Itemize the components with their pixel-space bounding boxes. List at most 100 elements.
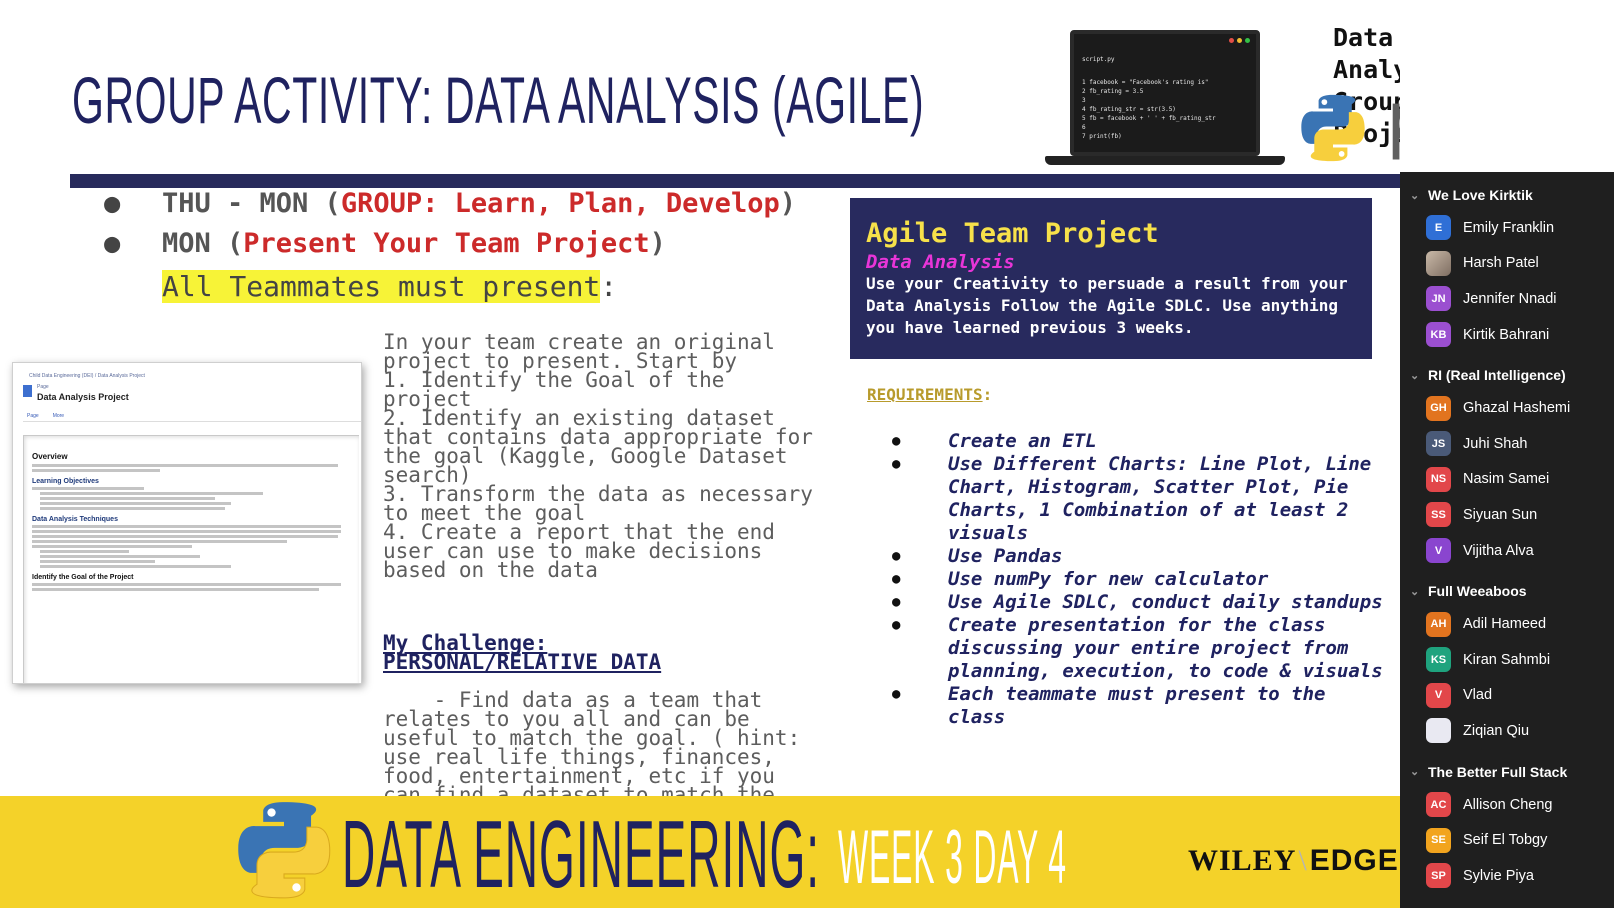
participant-name: Ghazal Hashemi	[1463, 400, 1571, 417]
doc-body: Overview Learning Objectives Data Analys…	[23, 435, 359, 683]
requirement-item: Each teammate must present to the class	[892, 683, 1392, 729]
avatar: NS	[1426, 466, 1451, 492]
requirement-item: Create presentation for the class discus…	[892, 614, 1392, 683]
doc-tab: More	[52, 413, 65, 419]
breakout-group-header[interactable]: ⌄ RI (Real Intelligence)	[1400, 360, 1614, 390]
doc-section-heading: Data Analysis Techniques	[32, 516, 118, 523]
participant-name: Siyuan Sun	[1463, 506, 1538, 523]
participant-name: Kirtik Bahrani	[1463, 326, 1550, 343]
avatar: JS	[1426, 431, 1451, 457]
participant-row[interactable]: Harsh Patel	[1400, 246, 1614, 282]
participant-name: Adil Hameed	[1463, 616, 1547, 633]
participant-row[interactable]: SP Sylvie Piya	[1400, 858, 1614, 894]
doc-tab-divider	[23, 421, 361, 422]
doc-section-heading: Learning Objectives	[32, 478, 99, 485]
participant-row[interactable]: SS Siyuan Sun	[1400, 497, 1614, 533]
avatar	[1426, 250, 1451, 276]
requirements-list: Create an ETL Use Different Charts: Line…	[892, 430, 1392, 729]
agile-project-box: Agile Team Project Data Analysis Use you…	[850, 198, 1372, 359]
bullet-icon: ●	[104, 228, 121, 259]
page-icon	[23, 385, 32, 397]
agile-subtitle: Data Analysis	[866, 251, 1015, 273]
requirements-heading: REQUIREMENTS:	[867, 385, 993, 404]
title-divider	[70, 174, 1400, 188]
participant-name: Juhi Shah	[1463, 435, 1528, 452]
doc-title: Data Analysis Project	[37, 392, 129, 402]
participant-name: Ziqian Qiu	[1463, 722, 1530, 739]
chevron-down-icon[interactable]: ⌄	[1410, 765, 1428, 778]
python-wordmark: python	[1386, 76, 1400, 162]
participant-row[interactable]: GH Ghazal Hashemi	[1400, 390, 1614, 426]
avatar: V	[1426, 538, 1451, 564]
requirement-item: Use numPy for new calculator	[892, 568, 1392, 591]
participant-name: Vlad	[1463, 687, 1493, 704]
participant-row[interactable]: E Emily Franklin	[1400, 210, 1614, 246]
must-present-note: All Teammates must present:	[162, 270, 618, 303]
laptop-screen: script.py 1 facebook = "Facebook's ratin…	[1070, 30, 1260, 156]
avatar: SP	[1426, 863, 1451, 889]
slide-title: GROUP ACTIVITY: DATA ANALYSIS (AGILE)	[72, 63, 925, 137]
breakout-group-name: We Love Kirktik	[1428, 187, 1533, 203]
python-logo-icon	[1301, 94, 1365, 162]
participant-name: Jennifer Nnadi	[1463, 290, 1557, 307]
slide: GROUP ACTIVITY: DATA ANALYSIS (AGILE) sc…	[0, 0, 1400, 908]
avatar: AH	[1426, 611, 1451, 637]
footer-banner: DATA ENGINEERING: WEEK 3 DAY 4 WILEY\EDG…	[0, 796, 1400, 908]
avatar: KS	[1426, 647, 1451, 673]
avatar: GH	[1426, 395, 1451, 421]
code-snippet: 1 facebook = "Facebook's rating is" 2 fb…	[1082, 79, 1216, 140]
participant-row[interactable]: JS Juhi Shah	[1400, 426, 1614, 462]
doc-section-heading: Overview	[32, 452, 68, 461]
breakout-group-header[interactable]: ⌄ The Better Full Stack	[1400, 757, 1614, 787]
participant-row[interactable]: Ziqian Qiu	[1400, 713, 1614, 749]
breakout-group-name: The Better Full Stack	[1428, 763, 1568, 780]
participants-panel[interactable]: ⌄ We Love Kirktik E Emily Franklin Harsh Pat…	[1400, 172, 1614, 908]
avatar: KB	[1426, 322, 1451, 348]
avatar: AC	[1426, 792, 1451, 818]
doc-page-label: Page	[37, 384, 49, 390]
participant-row[interactable]: AC Allison Cheng	[1400, 787, 1614, 823]
bullet-schedule-present: ● MON (Present Your Team Project)	[104, 228, 666, 259]
window-dots	[1229, 38, 1250, 43]
bullet-icon: ●	[104, 188, 121, 219]
breakout-group-header[interactable]: ⌄ Full Weeaboos	[1400, 576, 1614, 606]
avatar: E	[1426, 215, 1451, 241]
participant-row[interactable]: AH Adil Hameed	[1400, 606, 1614, 642]
instructions-text: In your team create an original project …	[383, 330, 813, 582]
avatar: JN	[1426, 286, 1451, 312]
participant-row[interactable]: NS Nasim Samei	[1400, 462, 1614, 498]
laptop-base	[1045, 156, 1285, 165]
chevron-down-icon[interactable]: ⌄	[1410, 369, 1428, 382]
python-logo-icon	[238, 802, 331, 899]
breakout-group-name: RI (Real Intelligence)	[1428, 367, 1566, 384]
participant-name: Emily Franklin	[1463, 219, 1555, 236]
doc-breadcrumb: Child Data Engineering (DEI) / Data Anal…	[29, 373, 145, 379]
participant-row[interactable]: KS Kiran Sahmbi	[1400, 642, 1614, 678]
breakout-group-name: Full Weeaboos	[1428, 583, 1527, 600]
requirement-item: Use Agile SDLC, conduct daily standups	[892, 591, 1392, 614]
breakout-group-header[interactable]: ⌄ We Love Kirktik	[1400, 180, 1614, 210]
challenge-heading: My Challenge: PERSONAL/RELATIVE DATA	[383, 631, 662, 674]
participant-name: Kiran Sahmbi	[1463, 651, 1551, 668]
participant-name: Sylvie Piya	[1463, 867, 1534, 884]
participant-row[interactable]: SE Seif El Tobgy	[1400, 822, 1614, 858]
doc-screenshot: Child Data Engineering (DEI) / Data Anal…	[12, 362, 362, 684]
participant-name: Harsh Patel	[1463, 255, 1539, 272]
code-filename: script.py	[1082, 56, 1115, 63]
chevron-down-icon[interactable]: ⌄	[1410, 189, 1428, 202]
participant-row[interactable]: V Vijitha Alva	[1400, 533, 1614, 569]
requirement-item: Use Different Charts: Line Plot, Line Ch…	[892, 453, 1392, 545]
requirement-item: Use Pandas	[892, 545, 1392, 568]
avatar: V	[1426, 682, 1451, 708]
participant-name: Seif El Tobgy	[1463, 832, 1548, 849]
laptop-image: script.py 1 facebook = "Facebook's ratin…	[1045, 30, 1285, 170]
participant-row[interactable]: V Vlad	[1400, 678, 1614, 714]
bullet-schedule-group: ● THU - MON (GROUP: Learn, Plan, Develop)	[104, 188, 796, 219]
highlighted-text: All Teammates must present	[162, 270, 601, 303]
chevron-down-icon[interactable]: ⌄	[1410, 585, 1428, 598]
participant-row[interactable]: KB Kirtik Bahrani	[1400, 317, 1614, 353]
avatar: SE	[1426, 827, 1451, 853]
participant-name: Allison Cheng	[1463, 796, 1553, 813]
footer-week: WEEK 3 DAY 4	[838, 815, 1067, 900]
participant-row[interactable]: JN Jennifer Nnadi	[1400, 281, 1614, 317]
